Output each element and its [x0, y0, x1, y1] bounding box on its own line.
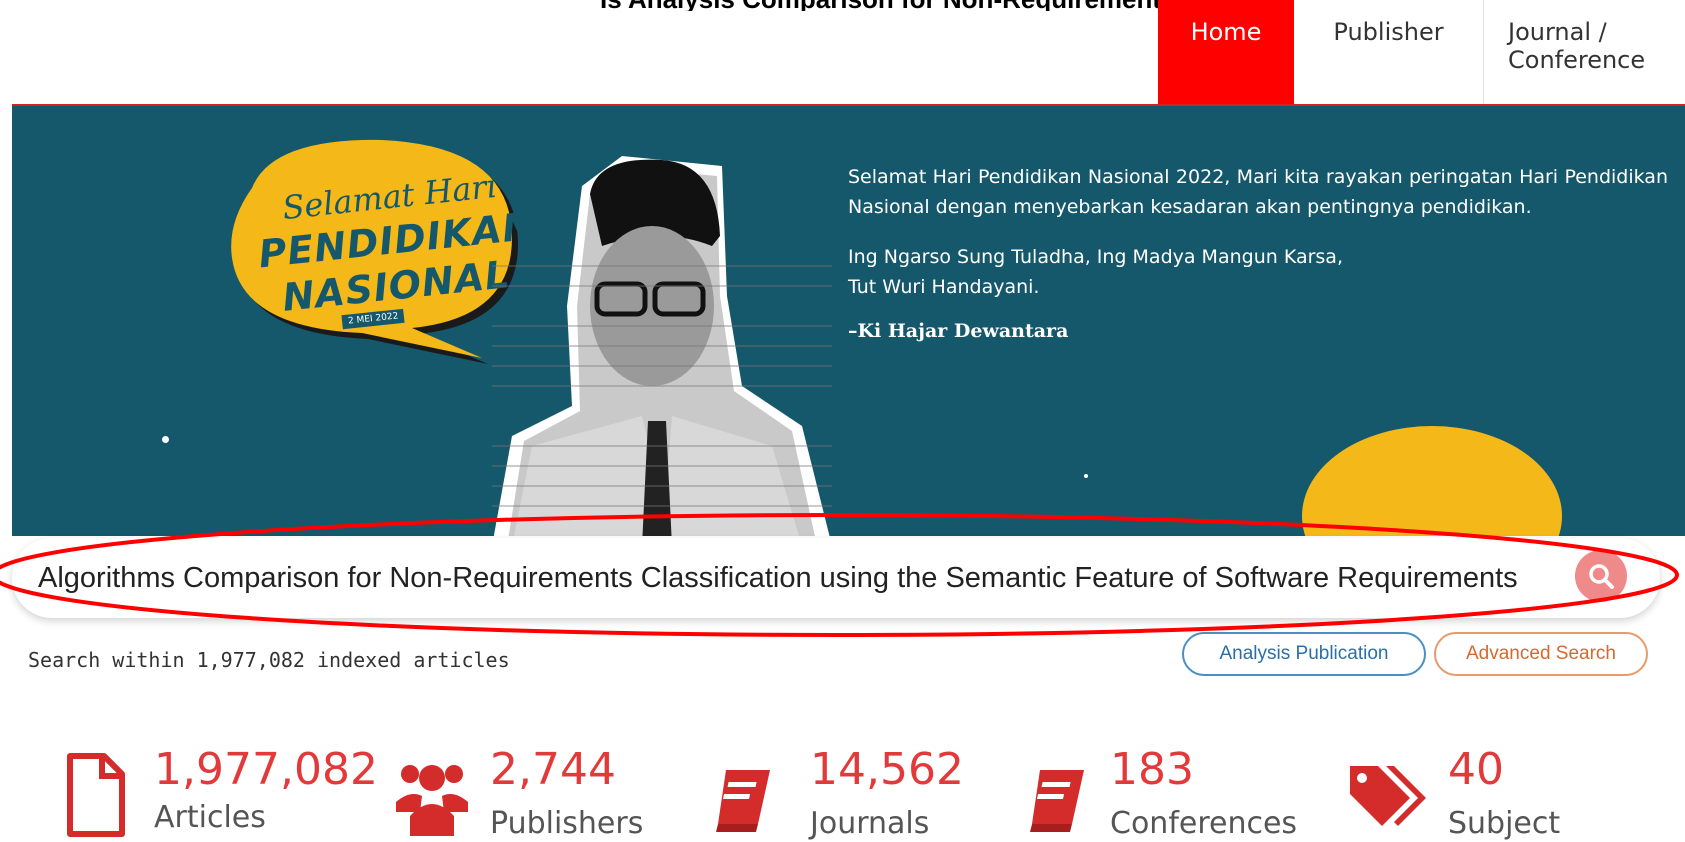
clipped-page-heading: Is Analysis Comparison for Non-Requireme…: [600, 0, 1160, 11]
search-bar: [12, 538, 1660, 618]
analysis-publication-button[interactable]: Analysis Publication: [1182, 632, 1426, 676]
stat-value: 1,977,082: [154, 744, 378, 795]
stat-value: 183: [1110, 744, 1194, 795]
stat-value: 2,744: [490, 744, 616, 795]
search-input[interactable]: [38, 554, 1586, 602]
stat-label: Articles: [154, 800, 266, 835]
quote-attribution: –Ki Hajar Dewantara: [848, 320, 1069, 342]
decorative-dot: [1084, 474, 1088, 478]
users-icon: [396, 765, 468, 836]
tags-icon: [1350, 766, 1426, 826]
search-button[interactable]: [1575, 550, 1627, 602]
advanced-search-button[interactable]: Advanced Search: [1434, 632, 1648, 676]
stat-label: Subject: [1448, 806, 1561, 841]
stat-publishers[interactable]: 2,744 Publishers: [396, 748, 656, 842]
stat-articles[interactable]: 1,977,082 Articles: [66, 748, 378, 842]
stat-label: Publishers: [490, 806, 644, 841]
quote-paragraph: Selamat Hari Pendidikan Nasional 2022, M…: [848, 166, 1668, 218]
nav-journal-conference[interactable]: Journal / Conference: [1484, 0, 1685, 104]
stat-conferences[interactable]: 183 Conferences: [1026, 748, 1316, 842]
search-icon: [1589, 564, 1614, 589]
quote-line: Tut Wuri Handayani.: [848, 276, 1040, 298]
quote-line: Ing Ngarso Sung Tuladha, Ing Madya Mangu…: [848, 246, 1343, 268]
stat-journals[interactable]: 14,562 Journals: [712, 748, 972, 842]
stat-label: Conferences: [1110, 806, 1298, 841]
stat-subject[interactable]: 40 Subject: [1346, 748, 1606, 842]
decorative-dot: [162, 436, 169, 443]
decorative-blob: [1302, 426, 1562, 536]
search-count-note: Search within 1,977,082 indexed articles: [28, 648, 510, 672]
main-menu: Home Publisher Journal / Conference: [1158, 0, 1685, 104]
stat-value: 40: [1448, 744, 1504, 795]
nav-home[interactable]: Home: [1158, 0, 1294, 104]
stat-value: 14,562: [810, 744, 964, 795]
nav-publisher[interactable]: Publisher: [1294, 0, 1484, 104]
stat-label: Journals: [810, 806, 930, 841]
book-icon: [1030, 770, 1084, 832]
portrait-illustration: [492, 156, 832, 536]
banner-quote: Selamat Hari Pendidikan Nasional 2022, M…: [848, 162, 1668, 366]
document-icon: [67, 753, 125, 837]
top-navigation: Is Analysis Comparison for Non-Requireme…: [0, 0, 1685, 108]
hero-banner: Selamat Hari PENDIDIKAN NASIONAL 2 MEI 2…: [12, 106, 1685, 536]
book-icon: [716, 770, 770, 832]
